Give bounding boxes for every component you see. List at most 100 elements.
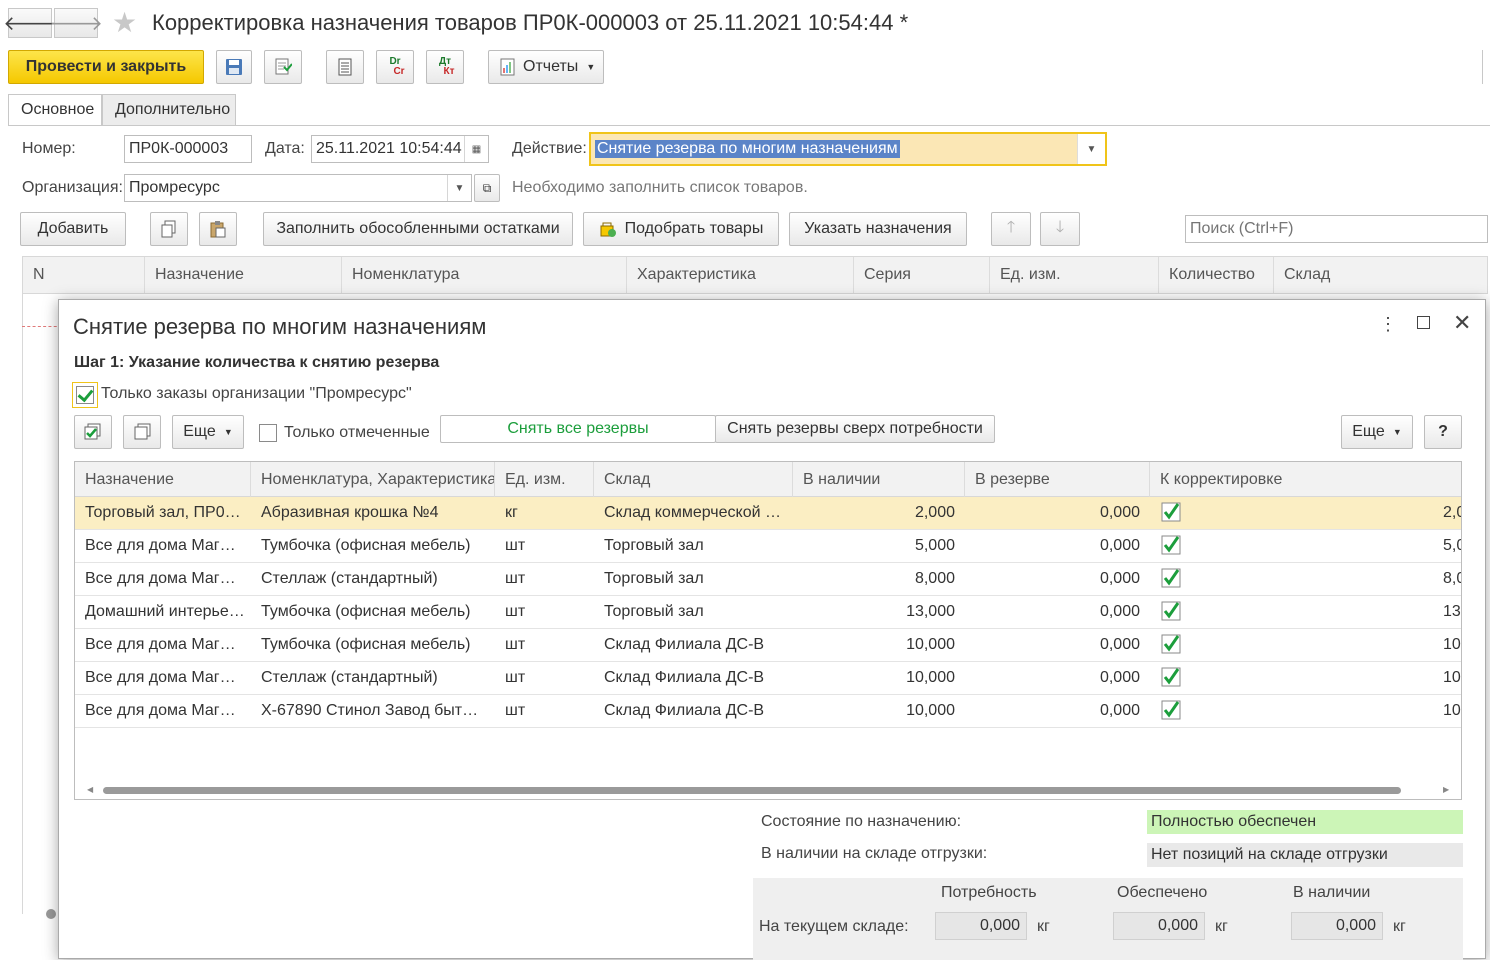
- list-button[interactable]: [326, 50, 364, 84]
- cell-reserved[interactable]: 0,000: [965, 563, 1150, 595]
- table-row[interactable]: Все для дома Маг… Тумбочка (офисная мебел…: [75, 530, 1461, 563]
- adjust-checkbox[interactable]: [1161, 601, 1181, 621]
- grid-more-button[interactable]: Еще ▼: [1341, 415, 1413, 449]
- cell-reserved[interactable]: 0,000: [965, 530, 1150, 562]
- adjust-checkbox[interactable]: [1161, 667, 1181, 687]
- column-header-to-adjust[interactable]: К корректировке: [1150, 462, 1461, 497]
- cell-warehouse[interactable]: Склад Филиала ДС-В: [594, 629, 793, 661]
- cell-unit[interactable]: шт: [495, 695, 594, 727]
- column-header-nomenclature[interactable]: Номенклатура: [342, 257, 627, 293]
- cell-unit[interactable]: шт: [495, 563, 594, 595]
- more-actions-icon[interactable]: ⋮: [1379, 314, 1397, 335]
- save-button[interactable]: [216, 50, 252, 84]
- move-down-button[interactable]: 🡓: [1040, 212, 1080, 246]
- cell-purpose[interactable]: Все для дома Маг…: [75, 629, 251, 661]
- tab-additional[interactable]: Дополнительно: [102, 94, 236, 126]
- column-header-warehouse[interactable]: Склад: [594, 462, 793, 497]
- cell-available[interactable]: 13,000: [793, 596, 965, 628]
- cell-available[interactable]: 10,000: [793, 629, 965, 661]
- cell-unit[interactable]: шт: [495, 596, 594, 628]
- toolbar-overflow-handle[interactable]: [1482, 50, 1486, 84]
- grid-horizontal-scrollbar[interactable]: ◀ ▶: [87, 785, 1449, 795]
- cell-nomenclature[interactable]: Абразивная крошка №4: [251, 497, 495, 529]
- column-header-purpose[interactable]: Назначение: [75, 462, 251, 497]
- cell-nomenclature[interactable]: Тумбочка (офисная мебель): [251, 629, 495, 661]
- close-icon[interactable]: ✕: [1453, 310, 1471, 336]
- open-organization-button[interactable]: ⧉: [474, 174, 500, 202]
- main-scroll-thumb[interactable]: [46, 909, 56, 919]
- cell-available[interactable]: 10,000: [793, 662, 965, 694]
- copy-button[interactable]: [150, 212, 188, 246]
- fill-separate-balances-button[interactable]: Заполнить обособленными остатками: [263, 212, 573, 246]
- table-row[interactable]: Все для дома Маг… Х-67890 Стинол Завод бы…: [75, 695, 1461, 728]
- cell-to-adjust[interactable]: 5,0: [1373, 530, 1461, 562]
- cell-warehouse[interactable]: Торговый зал: [594, 563, 793, 595]
- scroll-right-icon[interactable]: ▶: [1443, 785, 1449, 794]
- only-marked-checkbox[interactable]: [259, 424, 277, 442]
- cell-purpose[interactable]: Торговый зал, ПР0…: [75, 497, 251, 529]
- column-header-available[interactable]: В наличии: [793, 462, 965, 497]
- post-button[interactable]: [264, 50, 302, 84]
- maximize-icon[interactable]: [1417, 316, 1430, 329]
- cell-nomenclature[interactable]: Стеллаж (стандартный): [251, 563, 495, 595]
- chevron-down-icon[interactable]: ▼: [1077, 134, 1105, 164]
- column-header-warehouse[interactable]: Склад: [1274, 257, 1487, 293]
- table-row[interactable]: Торговый зал, ПР0… Абразивная крошка №4 кг…: [75, 497, 1461, 530]
- cell-reserved[interactable]: 0,000: [965, 629, 1150, 661]
- column-header-quantity[interactable]: Количество: [1159, 257, 1274, 293]
- adjust-checkbox[interactable]: [1161, 502, 1181, 522]
- cell-reserved[interactable]: 0,000: [965, 596, 1150, 628]
- date-field[interactable]: 25.11.2021 10:54:44 ▦: [311, 135, 489, 163]
- dr-cr-button[interactable]: Dr Cr: [376, 50, 414, 84]
- add-button[interactable]: Добавить: [20, 212, 126, 246]
- grid-scroll-thumb[interactable]: [103, 787, 1401, 794]
- scroll-left-icon[interactable]: ◀: [87, 785, 93, 794]
- chevron-down-icon[interactable]: ▼: [447, 175, 471, 201]
- paste-button[interactable]: [199, 212, 237, 246]
- cell-warehouse[interactable]: Склад Филиала ДС-В: [594, 662, 793, 694]
- column-header-nomenclature[interactable]: Номенклатура, Характеристика: [251, 462, 495, 497]
- adjust-checkbox[interactable]: [1161, 700, 1181, 720]
- table-row[interactable]: Все для дома Маг… Стеллаж (стандартный) шт…: [75, 563, 1461, 596]
- action-select[interactable]: Снятие резерва по многим назначениям ▼: [589, 132, 1107, 166]
- dt-kt-button[interactable]: Дт Кт: [426, 50, 464, 84]
- adjust-checkbox[interactable]: [1161, 634, 1181, 654]
- cell-unit[interactable]: шт: [495, 662, 594, 694]
- back-button[interactable]: 🡐: [3, 8, 57, 38]
- tab-main[interactable]: Основное: [8, 94, 102, 126]
- only-org-orders-checkbox[interactable]: [76, 386, 94, 404]
- cell-purpose[interactable]: Все для дома Маг…: [75, 563, 251, 595]
- adjust-checkbox[interactable]: [1161, 568, 1181, 588]
- cell-warehouse[interactable]: Склад коммерческой …: [594, 497, 793, 529]
- column-header-unit[interactable]: Ед. изм.: [990, 257, 1159, 293]
- cell-available[interactable]: 10,000: [793, 695, 965, 727]
- column-header-n[interactable]: N: [23, 257, 145, 293]
- cell-to-adjust[interactable]: 10,0: [1373, 662, 1461, 694]
- cell-warehouse[interactable]: Торговый зал: [594, 530, 793, 562]
- remove-above-need-button[interactable]: Снять резервы сверх потребности: [715, 415, 995, 443]
- column-header-series[interactable]: Серия: [854, 257, 990, 293]
- remove-all-reserves-button[interactable]: Снять все резервы: [440, 415, 716, 443]
- pick-goods-button[interactable]: Подобрать товары: [583, 212, 779, 246]
- post-and-close-button[interactable]: Провести и закрыть: [8, 50, 204, 84]
- uncheck-all-button[interactable]: [123, 415, 161, 449]
- reports-button[interactable]: Отчеты ▼: [488, 50, 604, 84]
- cell-purpose[interactable]: Все для дома Маг…: [75, 695, 251, 727]
- table-row[interactable]: Все для дома Маг… Тумбочка (офисная мебел…: [75, 629, 1461, 662]
- cell-warehouse[interactable]: Склад Филиала ДС-В: [594, 695, 793, 727]
- cell-available[interactable]: 8,000: [793, 563, 965, 595]
- cell-reserved[interactable]: 0,000: [965, 695, 1150, 727]
- column-header-reserved[interactable]: В резерве: [965, 462, 1150, 497]
- cell-to-adjust[interactable]: 2,0: [1373, 497, 1461, 529]
- cell-purpose[interactable]: Все для дома Маг…: [75, 530, 251, 562]
- cell-purpose[interactable]: Все для дома Маг…: [75, 662, 251, 694]
- cell-available[interactable]: 2,000: [793, 497, 965, 529]
- cell-nomenclature[interactable]: Стеллаж (стандартный): [251, 662, 495, 694]
- search-input[interactable]: [1185, 215, 1488, 243]
- calendar-icon[interactable]: ▦: [464, 136, 488, 162]
- set-purpose-button[interactable]: Указать назначения: [789, 212, 967, 246]
- cell-purpose[interactable]: Домашний интерье…: [75, 596, 251, 628]
- cell-unit[interactable]: кг: [495, 497, 594, 529]
- cell-reserved[interactable]: 0,000: [965, 662, 1150, 694]
- cell-to-adjust[interactable]: 8,0: [1373, 563, 1461, 595]
